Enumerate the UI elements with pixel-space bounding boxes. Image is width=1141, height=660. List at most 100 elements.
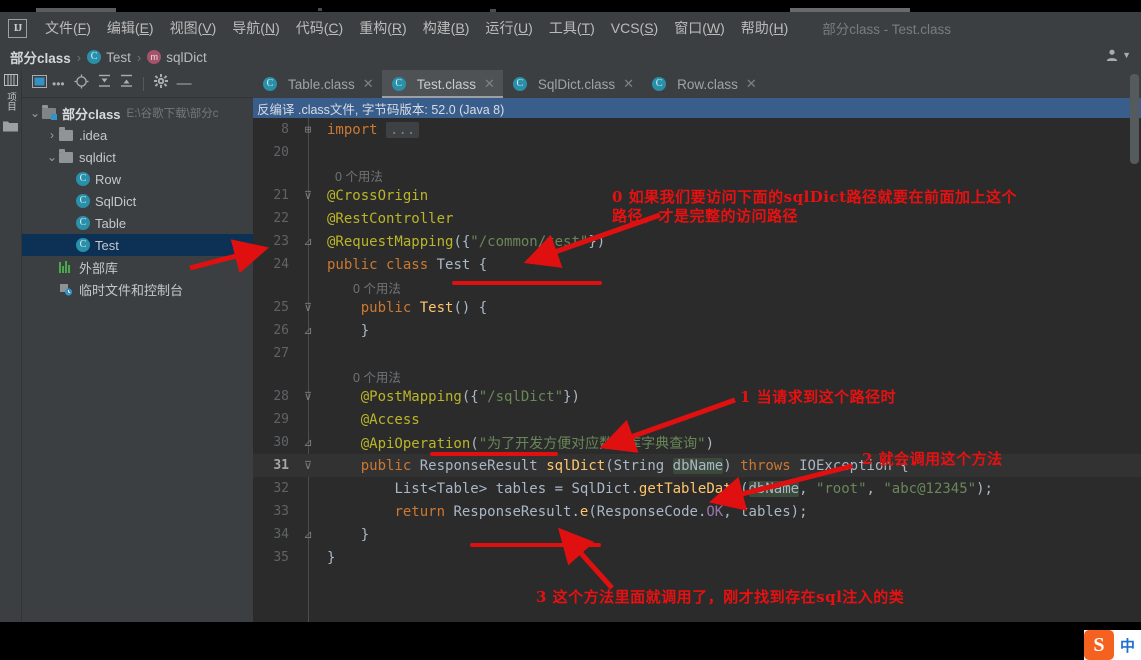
ime-indicator[interactable]: S 中 <box>1083 630 1141 660</box>
anno-0: 0 如果我们要访问下面的sqlDict路径就要在前面加上这个 路径，才是完整的访… <box>612 188 1018 225</box>
project-window-icon[interactable] <box>3 74 18 86</box>
account-button[interactable]: ▼ <box>1105 48 1131 62</box>
code-line-row[interactable]: 29 @Access <box>253 408 1141 431</box>
code-fold-icon[interactable]: ⊽ <box>299 390 317 403</box>
line-number: 22 <box>273 211 289 226</box>
code-line-row[interactable]: 31 ⊽ public ResponseResult sqlDict(String… <box>253 454 1141 477</box>
tree-node-.idea[interactable]: › .idea <box>22 124 253 146</box>
menu-item-编辑[interactable]: 编辑(E) <box>99 15 162 41</box>
tree-node-sqldict[interactable]: ⌄ sqldict <box>22 146 253 168</box>
tree-node-Test[interactable]: C Test <box>22 234 253 256</box>
editor-tab-Test.class[interactable]: C Test.class ✕ <box>381 70 504 98</box>
chevron-icon[interactable]: ⌄ <box>28 106 42 120</box>
tree-node-Row[interactable]: C Row <box>22 168 253 190</box>
code-line-row[interactable]: 24 public class Test { <box>253 253 1141 276</box>
class-icon: C <box>76 238 90 252</box>
code-line-row[interactable]: 35} <box>253 546 1141 569</box>
collapse-all-icon[interactable] <box>120 74 133 93</box>
code-line-row[interactable]: 20 <box>253 141 1141 164</box>
breadcrumb-label: Test <box>106 49 131 65</box>
intellij-logo-icon[interactable]: IJ <box>8 18 27 38</box>
menu-item-帮助[interactable]: 帮助(H) <box>733 15 796 41</box>
close-icon[interactable]: ✕ <box>363 76 374 92</box>
code-line-row[interactable]: 32 List<Table> tables = SqlDict.getTable… <box>253 477 1141 500</box>
tree-node-label: .idea <box>79 127 108 143</box>
code-fold-icon[interactable]: ⊽ <box>299 459 317 472</box>
hide-panel-icon[interactable]: — <box>177 76 192 91</box>
user-icon <box>1106 49 1118 61</box>
code-fold-icon[interactable]: ⊿ <box>299 324 317 337</box>
menu-item-VCS[interactable]: VCS(S) <box>603 17 666 39</box>
line-number: 21 <box>273 188 289 203</box>
line-number: 26 <box>273 323 289 338</box>
folder-icon[interactable] <box>3 119 18 137</box>
close-icon[interactable]: ✕ <box>484 76 495 92</box>
menu-item-构建[interactable]: 构建(B) <box>415 15 478 41</box>
underline-gettabledata <box>470 543 601 547</box>
menu-item-运行[interactable]: 运行(U) <box>477 15 540 41</box>
ime-mode-label[interactable]: 中 <box>1120 635 1135 656</box>
code-line-row[interactable]: 33 return ResponseResult.e(ResponseCode.… <box>253 500 1141 523</box>
menu-item-文件[interactable]: 文件(F) <box>37 15 99 41</box>
code-text: List<Table> tables = SqlDict.getTableDat… <box>394 480 993 497</box>
code-fold-icon[interactable]: ⊽ <box>299 301 317 314</box>
project-tool-label[interactable]: 项目 <box>5 92 16 111</box>
code-line-row[interactable]: 28 ⊽ @PostMapping({"/sqlDict"}) <box>253 385 1141 408</box>
code-line-row[interactable]: 25 ⊽ public Test() { <box>253 296 1141 319</box>
menu-item-工具[interactable]: 工具(T) <box>541 15 603 41</box>
tree-node-Table[interactable]: C Table <box>22 212 253 234</box>
code-fold-icon[interactable]: ⊿ <box>299 436 317 449</box>
tab-label: Table.class <box>288 76 355 92</box>
code-fold-icon[interactable]: ⊿ <box>299 235 317 248</box>
class-icon: C <box>87 50 102 64</box>
code-fold-icon[interactable]: ⊞ <box>299 123 317 136</box>
menu-item-重构[interactable]: 重构(R) <box>351 15 414 41</box>
tree-node-部分class[interactable]: ⌄ 部分class E:\谷歌下载\部分c <box>22 102 253 124</box>
locate-icon[interactable] <box>74 74 89 94</box>
chevron-icon[interactable]: ⌄ <box>45 150 59 164</box>
close-icon[interactable]: ✕ <box>623 76 634 92</box>
chevron-icon[interactable]: › <box>45 128 59 142</box>
code-line-row[interactable]: 26 ⊿ } <box>253 319 1141 342</box>
project-view-selector-icon[interactable] <box>32 74 47 93</box>
breadcrumb-item-sqlDict[interactable]: m sqlDict <box>147 50 207 65</box>
code-line-row[interactable]: 23 ⊿ @RequestMapping({"/common/test"}) <box>253 230 1141 253</box>
deco-bar-2 <box>318 8 322 11</box>
line-number: 29 <box>273 412 289 427</box>
menu-item-视图[interactable]: 视图(V) <box>162 15 225 41</box>
menu-item-窗口[interactable]: 窗口(W) <box>666 15 733 41</box>
line-number: 23 <box>273 234 289 249</box>
breadcrumb-item-部分class[interactable]: 部分class <box>10 47 71 67</box>
class-icon: C <box>391 77 406 91</box>
line-number: 34 <box>273 527 289 542</box>
tree-node-label: Row <box>95 171 122 187</box>
breadcrumb-item-Test[interactable]: C Test <box>87 50 131 65</box>
sogou-logo-icon[interactable]: S <box>1083 630 1114 660</box>
code-fold-icon[interactable]: ⊿ <box>299 528 317 541</box>
expand-all-icon[interactable] <box>98 74 111 93</box>
code-line-row[interactable]: 30 ⊿ @ApiOperation("为了开发方便对应数据库字典查询") <box>253 431 1141 454</box>
tree-node-临时文件和控制台[interactable]: 临时文件和控制台 <box>22 278 253 300</box>
tree-node-label: Table <box>95 215 127 231</box>
line-number: 8 <box>281 122 289 137</box>
ellipsis-icon[interactable]: ••• <box>52 78 65 90</box>
close-icon[interactable]: ✕ <box>746 76 757 92</box>
code-line-row[interactable]: 34 ⊿ } <box>253 523 1141 546</box>
window-top-strip <box>0 0 1141 12</box>
tree-node-SqlDict[interactable]: C SqlDict <box>22 190 253 212</box>
tree-node-外部库[interactable]: 外部库 <box>22 256 253 278</box>
code-fold-icon[interactable]: ⊽ <box>299 189 317 202</box>
chevron-down-icon: ▼ <box>1122 50 1131 60</box>
editor-tab-Table.class[interactable]: C Table.class ✕ <box>253 70 382 98</box>
settings-gear-icon[interactable] <box>153 74 168 93</box>
menu-item-代码[interactable]: 代码(C) <box>288 15 351 41</box>
code-line-row[interactable]: 27 <box>253 342 1141 365</box>
code-line-row[interactable]: 8 ⊞ import ... <box>253 118 1141 141</box>
editor-tab-SqlDict.class[interactable]: C SqlDict.class ✕ <box>503 70 642 98</box>
project-folder-icon <box>42 104 57 120</box>
editor-scrollbar[interactable] <box>1130 74 1139 164</box>
tab-label: SqlDict.class <box>537 76 616 92</box>
editor-tab-Row.class[interactable]: C Row.class ✕ <box>642 70 765 98</box>
tab-label: Row.class <box>677 76 738 92</box>
menu-item-导航[interactable]: 导航(N) <box>224 15 287 41</box>
